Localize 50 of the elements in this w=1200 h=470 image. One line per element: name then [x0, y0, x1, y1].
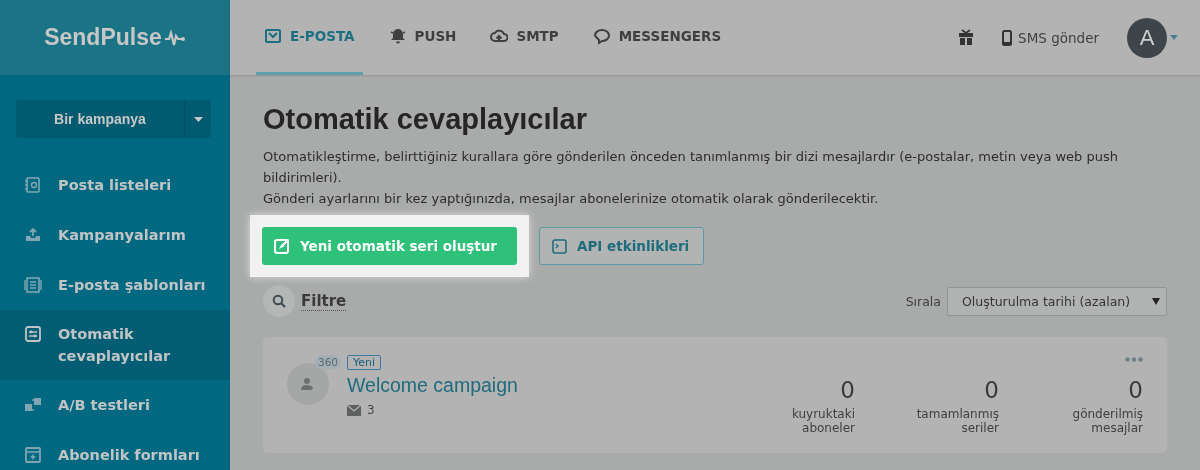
nav-tab[interactable]: SMTP — [482, 0, 567, 75]
logo-text: SendPulse — [44, 24, 162, 51]
cloud-icon — [490, 27, 509, 45]
status-badge: Yeni — [347, 355, 382, 370]
stat-label: kuyruktaki aboneler — [790, 407, 855, 435]
terminal-icon — [552, 238, 567, 254]
create-series-button[interactable]: Yeni otomatik seri oluştur — [262, 227, 517, 265]
caret-icon — [193, 116, 203, 122]
bell-icon — [388, 27, 407, 45]
edit-icon — [274, 238, 290, 254]
user-avatar[interactable]: A — [1127, 17, 1167, 58]
sidebar-item[interactable]: A/B testleri — [0, 380, 230, 430]
upload-icon — [24, 226, 42, 244]
stat-label: tamamlanmış seriler — [915, 407, 999, 435]
sidebar-item[interactable]: Kampanyalarım — [0, 210, 230, 260]
sort-dropdown[interactable]: Oluşturulma tarihi (azalan) — [947, 286, 1167, 316]
sms-link[interactable]: SMS gönder — [1002, 29, 1099, 46]
nav-tab[interactable]: MESSENGERS — [584, 0, 730, 75]
search-icon — [272, 294, 286, 308]
filter-link[interactable]: Filtre — [301, 291, 347, 311]
gift-icon[interactable] — [958, 29, 975, 46]
nav-tab[interactable]: PUSH — [380, 0, 465, 75]
envelope-icon — [264, 27, 282, 45]
nav-tab[interactable]: E-POSTA — [256, 0, 363, 75]
stat-value: 0 — [840, 377, 855, 403]
stat-value: 0 — [984, 377, 999, 403]
campaign-name[interactable]: Welcome campaign — [347, 374, 518, 397]
stat-label: gönderilmiş mesajlar — [1071, 407, 1143, 435]
envelope-icon — [347, 404, 361, 416]
create-campaign-button[interactable]: Bir kampanya — [16, 100, 211, 138]
search-button[interactable] — [263, 285, 295, 317]
phone-icon — [1002, 29, 1013, 46]
page-title: Otomatik cevaplayıcılar — [263, 103, 588, 136]
form-icon — [24, 446, 42, 464]
sort-label: Sırala — [905, 293, 941, 309]
stat-value: 0 — [1128, 377, 1143, 403]
sidebar-item[interactable]: Otomatik cevaplayıcılar — [0, 310, 230, 380]
template-icon — [24, 276, 42, 294]
add-user-icon — [301, 377, 315, 391]
description-text: Gönderi ayarlarını bir kez yaptığınızda, mesajlar abonelerinize otomatik olarak gönderilecektir. — [263, 190, 880, 208]
pulse-icon — [163, 28, 186, 47]
email-count: 3 — [367, 403, 375, 417]
chat-icon — [592, 27, 611, 45]
count-badge: 360 — [314, 355, 341, 369]
sidebar-item[interactable]: Abonelik formları — [0, 430, 230, 470]
api-events-button[interactable]: API etkinlikleri — [539, 227, 705, 265]
caret-icon — [1152, 297, 1160, 305]
description-text: Otomatikleştirme, belirttiğiniz kurallara göre gönderilen önceden tanımlanmış bir dizi mesajlardır (e-postalar, metin veya web push bildirimleri). — [263, 148, 1119, 187]
sidebar-item[interactable]: Posta listeleri — [0, 160, 230, 210]
sidebar-item[interactable]: E-posta şablonları — [0, 260, 230, 310]
